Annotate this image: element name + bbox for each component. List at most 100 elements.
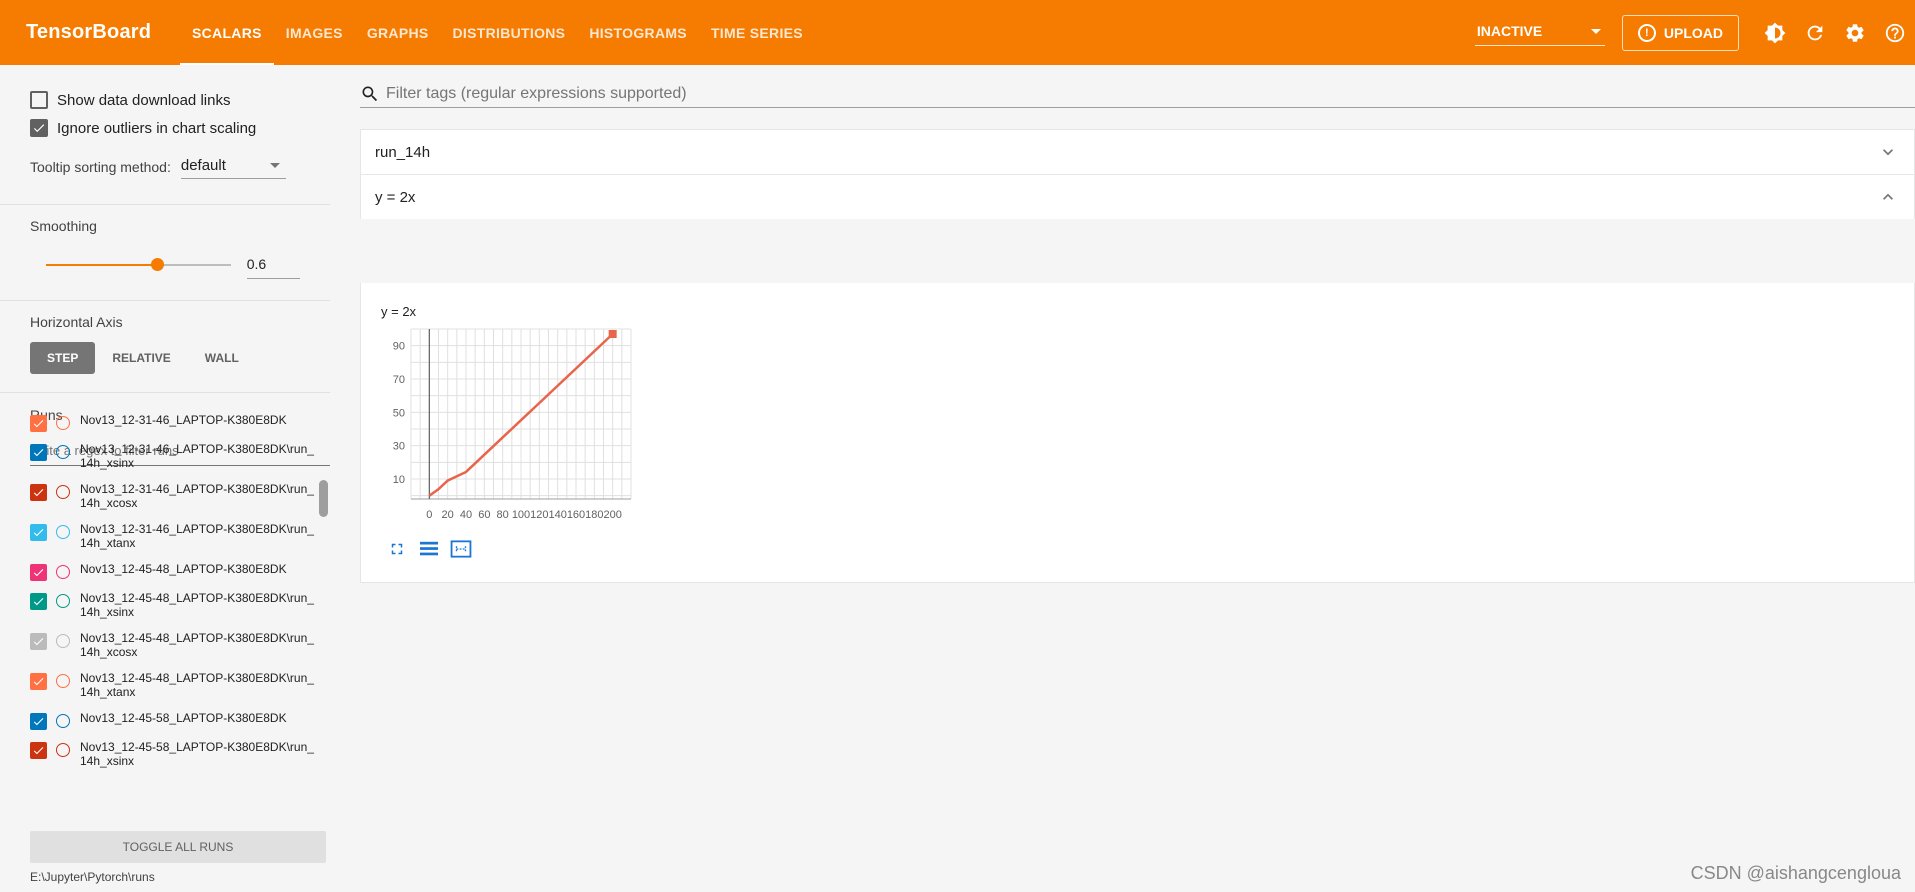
search-icon [362,86,378,102]
horizontal-axis-section: Horizontal Axis STEP RELATIVE WALL [0,301,330,381]
group-title: run_14h [375,143,431,161]
app-brand[interactable]: TensorBoard [0,21,180,44]
tab-images[interactable]: IMAGES [274,0,355,65]
run-name: Nov13_12-31-46_LAPTOP-K380E8DK [80,413,287,427]
x-tick-label: 40 [460,509,472,521]
scalar-card: y = 2x 0 20 40 60 80 100 120 140 160 180 200 10 30 50… [360,283,1915,583]
check-icon [33,489,44,497]
run-color-radio[interactable] [56,634,70,648]
run-checkbox[interactable] [30,524,47,541]
run-checkbox[interactable] [30,633,47,650]
run-item[interactable]: Nov13_12-45-58_LAPTOP-K380E8DK\run_14h_x… [30,740,330,780]
tab-graphs[interactable]: GRAPHS [355,0,441,65]
run-checkbox[interactable] [30,484,47,501]
tag-filter-placeholder: Filter tags (regular expressions support… [386,85,687,102]
y-tick-label: 10 [393,474,405,486]
tooltip-sorting-label: Tooltip sorting method: [30,159,171,175]
run-item[interactable]: Nov13_12-45-48_LAPTOP-K380E8DK\run_14h_x… [30,671,330,711]
smoothing-slider-fill [46,264,157,266]
tab-scalars[interactable]: SCALARS [180,0,274,65]
ignore-outliers-checkbox[interactable] [30,119,48,137]
chart-options: Show data download links Ignore outliers… [0,65,330,192]
x-tick-label: 120 [530,509,548,521]
chevron-down-icon[interactable] [1878,142,1898,162]
check-icon [33,598,44,606]
upload-button[interactable]: ! UPLOAD [1621,14,1739,51]
show-download-links-label: Show data download links [57,91,231,109]
run-name: Nov13_12-45-48_LAPTOP-K380E8DK\run_14h_x… [80,631,314,659]
axis-relative-button[interactable]: RELATIVE [95,342,187,374]
plugin-select-value: INACTIVE [1476,23,1543,39]
run-color-radio[interactable] [56,594,70,608]
run-color-radio[interactable] [56,445,70,459]
runs-scrollbar[interactable] [319,480,328,517]
group-y-2x[interactable]: y = 2x [360,174,1915,219]
x-tick-label: 180 [585,509,603,521]
plugin-tabs: SCALARS IMAGES GRAPHS DISTRIBUTIONS HIST… [180,0,815,65]
settings-icon[interactable] [1835,13,1875,53]
axis-step-button[interactable]: STEP [30,342,96,374]
run-color-radio[interactable] [56,674,70,688]
scalar-chart[interactable]: 0 20 40 60 80 100 120 140 160 180 200 10 30 50 70 90 [371,319,651,529]
group-run-14h[interactable]: run_14h [360,129,1915,175]
group-header[interactable]: y = 2x [361,175,1914,219]
logdir-path: E:\Jupyter\Pytorch\runs [30,870,155,884]
run-item[interactable]: Nov13_12-45-48_LAPTOP-K380E8DK [30,562,330,591]
run-checkbox[interactable] [30,444,47,461]
run-item[interactable]: Nov13_12-31-46_LAPTOP-K380E8DK [30,413,330,442]
theme-icon[interactable] [1755,13,1795,53]
run-item[interactable]: Nov13_12-31-46_LAPTOP-K380E8DK\run_14h_x… [30,522,330,562]
chevron-up-icon[interactable] [1878,187,1898,207]
tag-filter[interactable]: Filter tags (regular expressions support… [360,81,1915,108]
tab-time-series[interactable]: TIME SERIES [699,0,815,65]
smoothing-slider[interactable] [46,258,231,271]
check-icon [33,718,44,726]
run-item[interactable]: Nov13_12-31-46_LAPTOP-K380E8DK\run_14h_x… [30,482,330,522]
tooltip-sorting-select[interactable]: default [180,155,286,179]
run-checkbox[interactable] [30,415,47,432]
run-color-radio[interactable] [56,525,70,539]
tab-histograms[interactable]: HISTOGRAMS [577,0,699,65]
run-name: Nov13_12-45-58_LAPTOP-K380E8DK [80,711,287,725]
run-checkbox[interactable] [30,564,47,581]
fit-domain-icon[interactable] [449,537,473,561]
run-checkbox[interactable] [30,593,47,610]
x-tick-label: 160 [567,509,585,521]
help-icon[interactable] [1875,13,1915,53]
tab-distributions[interactable]: DISTRIBUTIONS [441,0,578,65]
run-color-radio[interactable] [56,485,70,499]
fullscreen-icon[interactable] [385,537,409,561]
x-tick-label: 80 [497,509,509,521]
y-tick-label: 30 [393,441,405,453]
refresh-icon[interactable] [1795,13,1835,53]
tooltip-sorting-row: Tooltip sorting method: default [30,142,300,192]
show-download-links-option[interactable]: Show data download links [30,86,300,114]
run-checkbox[interactable] [30,673,47,690]
toggle-all-runs-button[interactable]: TOGGLE ALL RUNS [30,831,326,863]
run-item[interactable]: Nov13_12-31-46_LAPTOP-K380E8DK\run_14h_x… [30,442,330,482]
plugin-select[interactable]: INACTIVE [1474,19,1605,46]
run-checkbox[interactable] [30,713,47,730]
chevron-down-icon [1590,28,1601,34]
run-name: Nov13_12-31-46_LAPTOP-K380E8DK\run_14h_x… [80,482,314,510]
show-download-links-checkbox[interactable] [30,91,48,109]
run-color-radio[interactable] [56,743,70,757]
smoothing-control: 0.6 [30,247,300,283]
run-item[interactable]: Nov13_12-45-48_LAPTOP-K380E8DK\run_14h_x… [30,631,330,671]
run-color-radio[interactable] [56,565,70,579]
axis-wall-button[interactable]: WALL [188,342,256,374]
group-header[interactable]: run_14h [361,130,1914,174]
run-item[interactable]: Nov13_12-45-48_LAPTOP-K380E8DK\run_14h_x… [30,591,330,631]
ignore-outliers-option[interactable]: Ignore outliers in chart scaling [30,114,300,142]
smoothing-section: Smoothing 0.6 [0,205,330,283]
x-tick-label: 140 [548,509,566,521]
run-name: Nov13_12-45-48_LAPTOP-K380E8DK\run_14h_x… [80,591,314,619]
smoothing-slider-thumb[interactable] [150,258,164,271]
run-color-radio[interactable] [56,714,70,728]
check-icon [33,124,45,133]
run-item[interactable]: Nov13_12-45-58_LAPTOP-K380E8DK [30,711,330,740]
smoothing-input[interactable]: 0.6 [246,252,300,279]
run-color-radio[interactable] [56,416,70,430]
data-table-icon[interactable] [417,537,441,561]
run-checkbox[interactable] [30,742,47,759]
